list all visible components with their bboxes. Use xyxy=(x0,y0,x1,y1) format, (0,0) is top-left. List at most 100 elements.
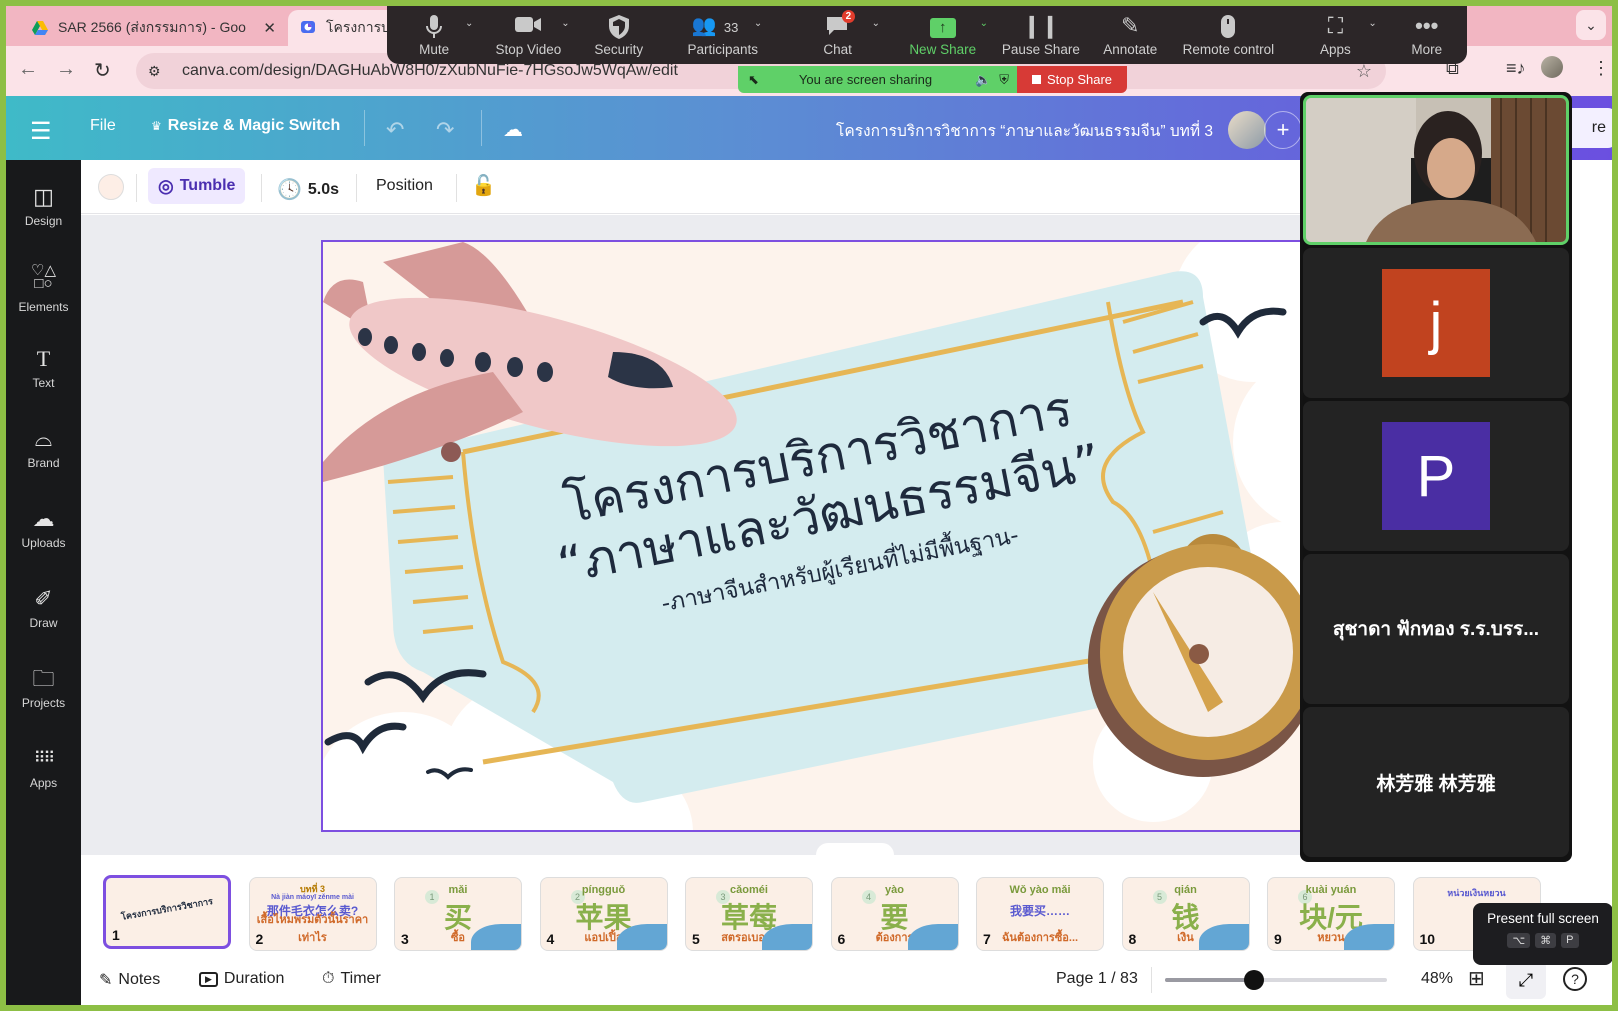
avatar-initial: P xyxy=(1416,443,1456,509)
notes-label: Notes xyxy=(118,971,161,988)
divider xyxy=(364,110,365,146)
zoom-slider[interactable] xyxy=(1165,970,1387,990)
chat-label: Chat xyxy=(823,42,852,57)
document-title[interactable]: โครงการบริการวิชาการ “ภาษาและวัฒนธรรมจีน… xyxy=(836,118,1213,143)
participant-name: สุชาดา ฟักทอง ร.ร.บรร... xyxy=(1332,619,1540,640)
background-color-swatch[interactable] xyxy=(98,174,124,200)
shortcut-key: ⌘ xyxy=(1535,933,1557,948)
help-icon[interactable]: ? xyxy=(1563,967,1587,991)
draw-icon: ✐ xyxy=(34,586,53,611)
rail-uploads[interactable]: ☁ Uploads xyxy=(6,506,81,550)
chat-button[interactable]: 2 ⌄ Chat xyxy=(784,6,892,64)
rail-text[interactable]: T Text xyxy=(6,346,81,390)
stop-share-button[interactable]: Stop Share xyxy=(1017,66,1127,93)
annotate-button[interactable]: ✎ Annotate xyxy=(1088,6,1172,64)
present-fullscreen-button[interactable]: ⤢ xyxy=(1506,961,1546,999)
resize-magic-switch-button[interactable]: ♛ Resize & Magic Switch xyxy=(151,117,340,135)
page-thumbnail[interactable]: 6 kuài yuán 块/元 หยวน 9 xyxy=(1267,877,1395,951)
new-share-button[interactable]: ↑ ⌄ New Share xyxy=(892,6,994,64)
participant-tile-j[interactable]: j xyxy=(1303,248,1569,398)
rail-draw[interactable]: ✐ Draw xyxy=(6,586,81,630)
sharing-status[interactable]: ⬉ You are screen sharing 🔈 ⛨ xyxy=(738,66,1017,93)
forward-arrow-icon[interactable]: → xyxy=(56,58,76,81)
tab-search-chevron-icon[interactable]: ⌄ xyxy=(1576,10,1606,40)
page-thumbnail[interactable]: 3 cǎoméi 草莓 สตรอเบอร์รี่ 5 xyxy=(685,877,813,951)
invite-plus-button[interactable]: + xyxy=(1264,111,1302,149)
rail-elements[interactable]: ♡△ □○ Elements xyxy=(6,263,81,314)
participant-video-tile[interactable] xyxy=(1303,95,1569,245)
undo-icon[interactable]: ↶ xyxy=(386,117,404,143)
more-button[interactable]: ••• More xyxy=(1386,6,1467,64)
present-fullscreen-tooltip: Present full screen ⌥ ⌘ P xyxy=(1473,903,1612,965)
media-control-icon[interactable]: ≡♪ xyxy=(1506,58,1526,79)
cloud-saved-icon[interactable]: ☁ xyxy=(503,117,523,142)
timer-button[interactable]: ⏱ Timer xyxy=(322,970,381,988)
share-options-chevron-icon[interactable]: ⌄ xyxy=(980,18,988,29)
lock-unlocked-icon[interactable]: 🔓 xyxy=(471,173,496,198)
slide-canvas[interactable]: โครงการบริการวิชาการ “ภาษาและวัฒนธรรมจีน… xyxy=(321,240,1321,832)
participants-count: 33 xyxy=(723,20,739,35)
animation-tumble-button[interactable]: ◎ Tumble xyxy=(148,168,246,204)
new-share-label: New Share xyxy=(909,42,977,57)
participants-chevron-icon[interactable]: ⌄ xyxy=(754,18,762,29)
tab-sar-2566[interactable]: SAR 2566 (ส่งกรรมการ) - Goo ✕ xyxy=(20,10,288,46)
reload-icon[interactable]: ↻ xyxy=(94,58,111,83)
duration-bottom-label: Duration xyxy=(223,970,285,987)
back-arrow-icon[interactable]: ← xyxy=(18,58,38,81)
participant-tile-suchada[interactable]: สุชาดา ฟักทอง ร.ร.บรร... xyxy=(1303,554,1569,704)
security-button[interactable]: Security xyxy=(576,6,662,64)
page-thumbnail[interactable]: 4 yào 要ต้องการ 6 xyxy=(830,877,959,951)
uploads-icon: ☁ xyxy=(32,506,55,531)
page-thumbnail[interactable]: โครงการบริการวิชาการ 1 xyxy=(103,875,231,949)
zoom-percent[interactable]: 48% xyxy=(1421,970,1453,988)
zoom-slider-handle[interactable] xyxy=(1244,970,1265,990)
page-thumbnail[interactable]: 2 píngguǒ 苹果 แอปเปิ้ล 4 xyxy=(539,877,668,951)
animation-label: Tumble xyxy=(179,177,236,194)
pause-share-button[interactable]: ❙❙ Pause Share xyxy=(994,6,1088,64)
page-thumbnail[interactable]: 5 qián 钱เงิน 8 xyxy=(1121,877,1250,951)
video-options-chevron-icon[interactable]: ⌄ xyxy=(561,18,569,29)
site-settings-icon[interactable]: ⚙ xyxy=(148,63,168,80)
page-thumbnail[interactable]: Wǒ yào mǎi 我要买…… ฉันต้องการซื้อ... 7 xyxy=(976,877,1104,951)
participant-tile-p[interactable]: P xyxy=(1303,401,1569,551)
chat-chevron-icon[interactable]: ⌄ xyxy=(872,18,880,29)
apps-icon: ⛶ xyxy=(1327,13,1344,38)
side-rail: ◫ Design ♡△ □○ Elements T Text ⌓ Brand ☁ Uploa… xyxy=(6,160,81,1005)
mute-button[interactable]: ⌄ Mute xyxy=(387,6,481,64)
audio-icon: 🔈 xyxy=(975,71,992,87)
page-thumbnail[interactable]: 1 mǎi 买ซื้อ 3 xyxy=(394,877,522,951)
profile-avatar[interactable] xyxy=(1541,56,1563,78)
duration-bottom-button[interactable]: ▶ Duration xyxy=(199,970,284,988)
page-thumbnail[interactable]: บทที่ 3 Nà jiàn máoyī zěnme mài 那件毛衣怎么卖? เส… xyxy=(248,877,377,951)
position-button[interactable]: Position xyxy=(376,177,433,195)
apps-button[interactable]: ⛶ ⌄ Apps xyxy=(1284,6,1386,64)
collaborator-avatar[interactable] xyxy=(1228,111,1266,149)
divider xyxy=(1151,967,1152,993)
close-tab-icon[interactable]: ✕ xyxy=(263,19,276,37)
duration-button[interactable]: 🕓 5.0s xyxy=(277,177,339,202)
grid-view-icon[interactable]: ⊞ xyxy=(1468,966,1485,991)
participants-button[interactable]: 👥 33 ⌄ Participants xyxy=(662,6,784,64)
notes-button[interactable]: ✎ Notes xyxy=(99,970,160,990)
rail-label: Uploads xyxy=(21,536,66,550)
main-menu-hamburger-icon[interactable]: ☰ xyxy=(30,117,52,146)
rail-label: Draw xyxy=(29,616,58,630)
mute-options-chevron-icon[interactable]: ⌄ xyxy=(465,18,473,29)
divider xyxy=(456,174,457,202)
stop-video-button[interactable]: ⌄ Stop Video xyxy=(481,6,575,64)
remote-control-button[interactable]: Remote control xyxy=(1172,6,1284,64)
participant-tile-lin-fangya[interactable]: 林芳雅 林芳雅 xyxy=(1303,707,1569,857)
rail-projects[interactable]: 🗀 Projects xyxy=(6,666,81,710)
redo-icon[interactable]: ↷ xyxy=(436,117,454,143)
divider xyxy=(356,174,357,202)
rail-label: Design xyxy=(24,214,63,228)
file-menu-button[interactable]: File xyxy=(90,117,116,135)
rail-apps[interactable]: ⠿⠿ Apps xyxy=(6,746,81,790)
remote-control-label: Remote control xyxy=(1182,42,1275,57)
rail-brand[interactable]: ⌓ Brand xyxy=(6,426,81,470)
position-label: Position xyxy=(376,177,433,194)
browser-menu-icon[interactable]: ⋮ xyxy=(1592,58,1610,79)
apps-chevron-icon[interactable]: ⌄ xyxy=(1368,18,1376,29)
thumb-thai: ฉันต้องการซื้อ... xyxy=(1001,932,1079,944)
rail-design[interactable]: ◫ Design xyxy=(6,184,81,228)
